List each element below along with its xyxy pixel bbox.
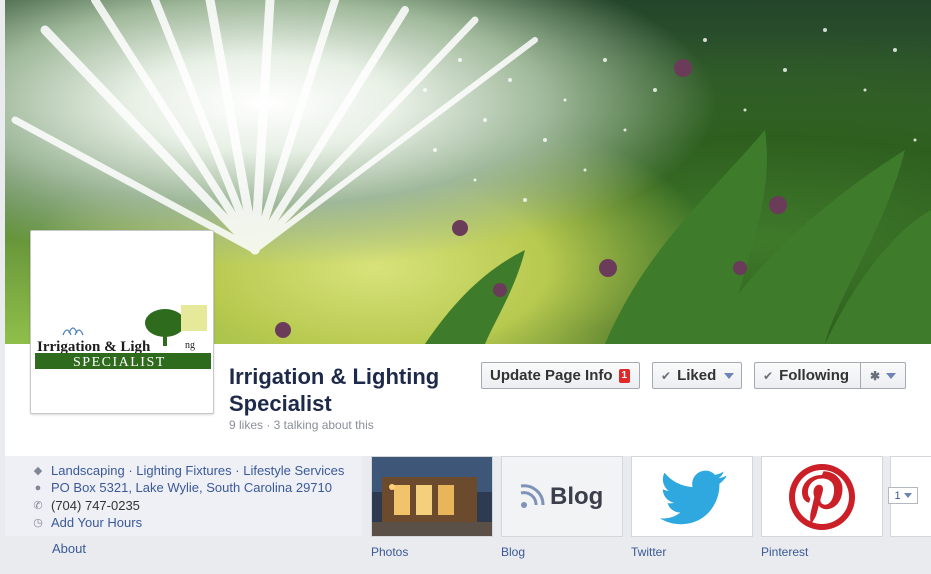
blog-tile[interactable]: Blog [501,456,623,537]
company-logo: Irrigation & Ligh ng SPECIALIST [35,305,211,370]
chevron-down-icon [724,372,735,379]
photos-tile[interactable] [371,456,493,537]
phone-row: ✆ (704) 747-0235 [32,498,140,513]
twitter-label[interactable]: Twitter [631,545,666,559]
about-link[interactable]: About [52,541,86,556]
category-row: ◆ Landscaping · Lighting Fixtures · Life… [32,463,345,478]
photos-label[interactable]: Photos [371,545,408,559]
photos-thumbnail [372,457,492,536]
following-button[interactable]: ✔ Following [754,362,860,389]
twitter-tile[interactable] [631,456,753,537]
add-hours-link[interactable]: Add Your Hours [51,515,142,530]
location-pin-icon: ● [34,481,42,494]
categories-link[interactable]: Landscaping · Lighting Fixtures · Lifest… [51,463,344,478]
blog-tile-title: Blog [550,483,603,510]
logo-text-line1-tail: ng [185,340,195,351]
logo-text-line2: SPECIALIST [73,355,166,370]
hours-row: ◷ Add Your Hours [32,515,142,530]
phone-icon: ✆ [33,500,43,512]
update-page-info-label: Update Page Info [490,367,613,384]
twitter-bird-icon [632,457,752,536]
logo-text-line1: Irrigation & Ligh [37,339,151,355]
pinterest-icon [762,457,882,536]
phone-number: (704) 747-0235 [51,498,140,513]
liked-button[interactable]: ✔ Liked [652,362,742,389]
notification-badge: 1 [618,368,631,383]
profile-picture[interactable]: Irrigation & Ligh ng SPECIALIST [30,230,214,414]
page-stats: 9 likes · 3 talking about this [229,418,374,432]
chevron-down-icon [886,372,897,379]
address-row: ● PO Box 5321, Lake Wylie, South Carolin… [32,480,332,495]
settings-menu-button[interactable]: ✱ [860,362,906,389]
blog-label[interactable]: Blog [501,545,525,559]
address-link[interactable]: PO Box 5321, Lake Wylie, South Carolina … [51,480,332,495]
clock-icon: ◷ [33,517,43,529]
liked-label: Liked [677,367,717,384]
chevron-down-icon [903,493,912,498]
pinterest-label[interactable]: Pinterest [761,545,808,559]
following-label: Following [779,367,850,384]
page-title[interactable]: Irrigation & Lighting Specialist [229,363,479,417]
update-page-info-button[interactable]: Update Page Info 1 [481,362,640,389]
pinterest-tile[interactable] [761,456,883,537]
rss-icon: Blog [502,457,622,536]
check-icon: ✔ [763,368,774,383]
tag-icon: ◆ [33,465,43,477]
gear-icon: ✱ [869,368,881,383]
more-apps-dropdown[interactable]: 1 [888,487,918,504]
more-apps-count: 1 [894,489,901,502]
check-icon: ✔ [661,368,672,383]
